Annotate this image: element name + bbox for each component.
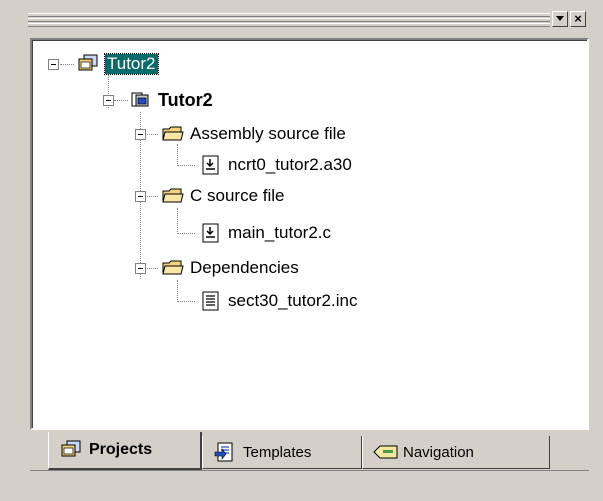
tree-node-label: Assembly source file [190, 124, 346, 143]
text-file-icon [200, 291, 222, 311]
close-button[interactable]: × [570, 11, 586, 27]
navigation-icon [373, 442, 398, 462]
tab-projects[interactable]: Projects [48, 432, 202, 470]
tab-strip: Projects Templates Navigation [0, 430, 603, 501]
folder-icon [162, 186, 184, 206]
dropdown-arrow-icon [556, 16, 564, 21]
tree-node-file[interactable]: sect30_tutor2.inc [200, 289, 357, 313]
tree-node-workspace[interactable]: Tutor2 [77, 52, 159, 76]
collapse-workspace-toggle[interactable] [48, 59, 59, 70]
tree-node-project[interactable]: Tutor2 [130, 88, 213, 112]
tree-node-label: Dependencies [190, 258, 299, 277]
project-tree[interactable]: Tutor2 Tutor2 Assembly source file ncrt0… [30, 38, 589, 430]
tree-node-label: main_tutor2.c [228, 223, 331, 242]
tree-node-label: C source file [190, 186, 285, 205]
templates-icon [213, 442, 237, 462]
tree-node-folder[interactable]: C source file [162, 184, 284, 208]
workspace-icon [77, 54, 99, 74]
tree-node-label: Tutor2 [158, 89, 213, 110]
panel-menu-button[interactable] [552, 11, 568, 27]
tree-node-folder[interactable]: Dependencies [162, 256, 299, 280]
folder-icon [162, 258, 184, 278]
tab-label: Templates [243, 443, 312, 461]
tree-node-label: Tutor2 [104, 53, 159, 75]
close-icon: × [574, 11, 582, 26]
collapse-folder-toggle[interactable] [135, 129, 146, 140]
collapse-project-toggle[interactable] [103, 95, 114, 106]
source-file-icon [200, 155, 222, 175]
tree-node-label: ncrt0_tutor2.a30 [228, 155, 352, 174]
projects-icon [59, 440, 83, 460]
drag-grip[interactable] [28, 12, 550, 27]
collapse-folder-toggle[interactable] [135, 263, 146, 274]
tree-node-file[interactable]: ncrt0_tutor2.a30 [200, 153, 352, 177]
collapse-folder-toggle[interactable] [135, 191, 146, 202]
tree-node-folder[interactable]: Assembly source file [162, 122, 346, 146]
panel-title-bar: × [0, 0, 603, 36]
tab-label: Navigation [403, 443, 474, 461]
tab-label: Projects [89, 441, 153, 458]
tab-navigation[interactable]: Navigation [362, 436, 550, 469]
folder-icon [162, 124, 184, 144]
project-icon [130, 90, 152, 110]
source-file-icon [200, 223, 222, 243]
tree-node-label: sect30_tutor2.inc [228, 291, 358, 310]
tab-templates[interactable]: Templates [202, 436, 362, 469]
tree-node-file[interactable]: main_tutor2.c [200, 221, 331, 245]
divider [30, 470, 589, 471]
